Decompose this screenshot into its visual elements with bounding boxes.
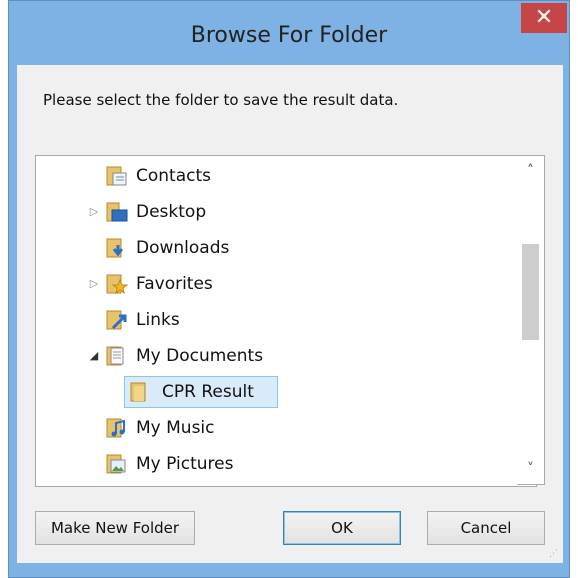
folder-tree[interactable]: Contacts ▷ Desktop Downloads ▷ Favorites… bbox=[35, 155, 537, 487]
tree-item-cpr-result[interactable]: CPR Result bbox=[36, 376, 536, 408]
scroll-up-icon[interactable]: ˄ bbox=[517, 158, 544, 184]
expand-arrow-icon[interactable]: ▷ bbox=[88, 277, 100, 291]
music-folder-icon bbox=[106, 418, 125, 438]
make-new-folder-button[interactable]: Make New Folder bbox=[35, 511, 195, 545]
title-bar[interactable]: Browse For Folder ✕ bbox=[9, 1, 569, 65]
tree-item-contacts[interactable]: Contacts bbox=[36, 160, 536, 192]
instruction-text: Please select the folder to save the res… bbox=[43, 91, 399, 109]
folder-icon bbox=[130, 382, 146, 402]
tree-item-label: My Music bbox=[136, 418, 215, 438]
dialog-title: Browse For Folder bbox=[190, 23, 388, 48]
links-folder-icon bbox=[106, 310, 127, 330]
favorites-folder-icon bbox=[106, 274, 128, 295]
expand-arrow-icon[interactable]: ▷ bbox=[88, 205, 100, 219]
tree-item-favorites[interactable]: ▷ Favorites bbox=[36, 268, 536, 300]
tree-item-label: My Pictures bbox=[136, 454, 234, 474]
ok-button[interactable]: OK bbox=[283, 511, 401, 545]
resize-grip-icon[interactable]: ⋰ bbox=[549, 549, 559, 559]
tree-item-label: Contacts bbox=[136, 166, 211, 186]
tree-item-label: CPR Result bbox=[162, 382, 254, 402]
tree-item-my-pictures[interactable]: My Pictures bbox=[36, 448, 536, 480]
desktop-folder-icon bbox=[106, 202, 128, 222]
collapse-arrow-icon[interactable]: ◢ bbox=[88, 349, 100, 363]
tree-item-label: My Documents bbox=[136, 346, 264, 366]
cancel-button[interactable]: Cancel bbox=[427, 511, 545, 545]
tree-item-downloads[interactable]: Downloads bbox=[36, 232, 536, 264]
documents-folder-icon bbox=[106, 346, 124, 366]
tree-item-label: Downloads bbox=[136, 238, 230, 258]
browse-folder-dialog: Browse For Folder ✕ Please select the fo… bbox=[8, 0, 570, 578]
close-button[interactable]: ✕ bbox=[521, 3, 567, 33]
tree-item-label: Desktop bbox=[136, 202, 207, 222]
tree-item-links[interactable]: Links bbox=[36, 304, 536, 336]
pictures-folder-icon bbox=[106, 454, 126, 474]
tree-item-desktop[interactable]: ▷ Desktop bbox=[36, 196, 536, 228]
tree-item-label: Favorites bbox=[136, 274, 213, 294]
dialog-body: Please select the folder to save the res… bbox=[17, 65, 563, 563]
contacts-folder-icon bbox=[106, 166, 127, 186]
tree-item-my-documents[interactable]: ◢ My Documents bbox=[36, 340, 536, 372]
vertical-scrollbar[interactable]: ˄ ˅ bbox=[517, 155, 545, 485]
scroll-thumb[interactable] bbox=[522, 244, 539, 340]
tree-item-my-music[interactable]: My Music bbox=[36, 412, 536, 444]
tree-item-label: Links bbox=[136, 310, 180, 330]
scroll-down-icon[interactable]: ˅ bbox=[517, 456, 544, 482]
downloads-folder-icon bbox=[106, 238, 124, 258]
